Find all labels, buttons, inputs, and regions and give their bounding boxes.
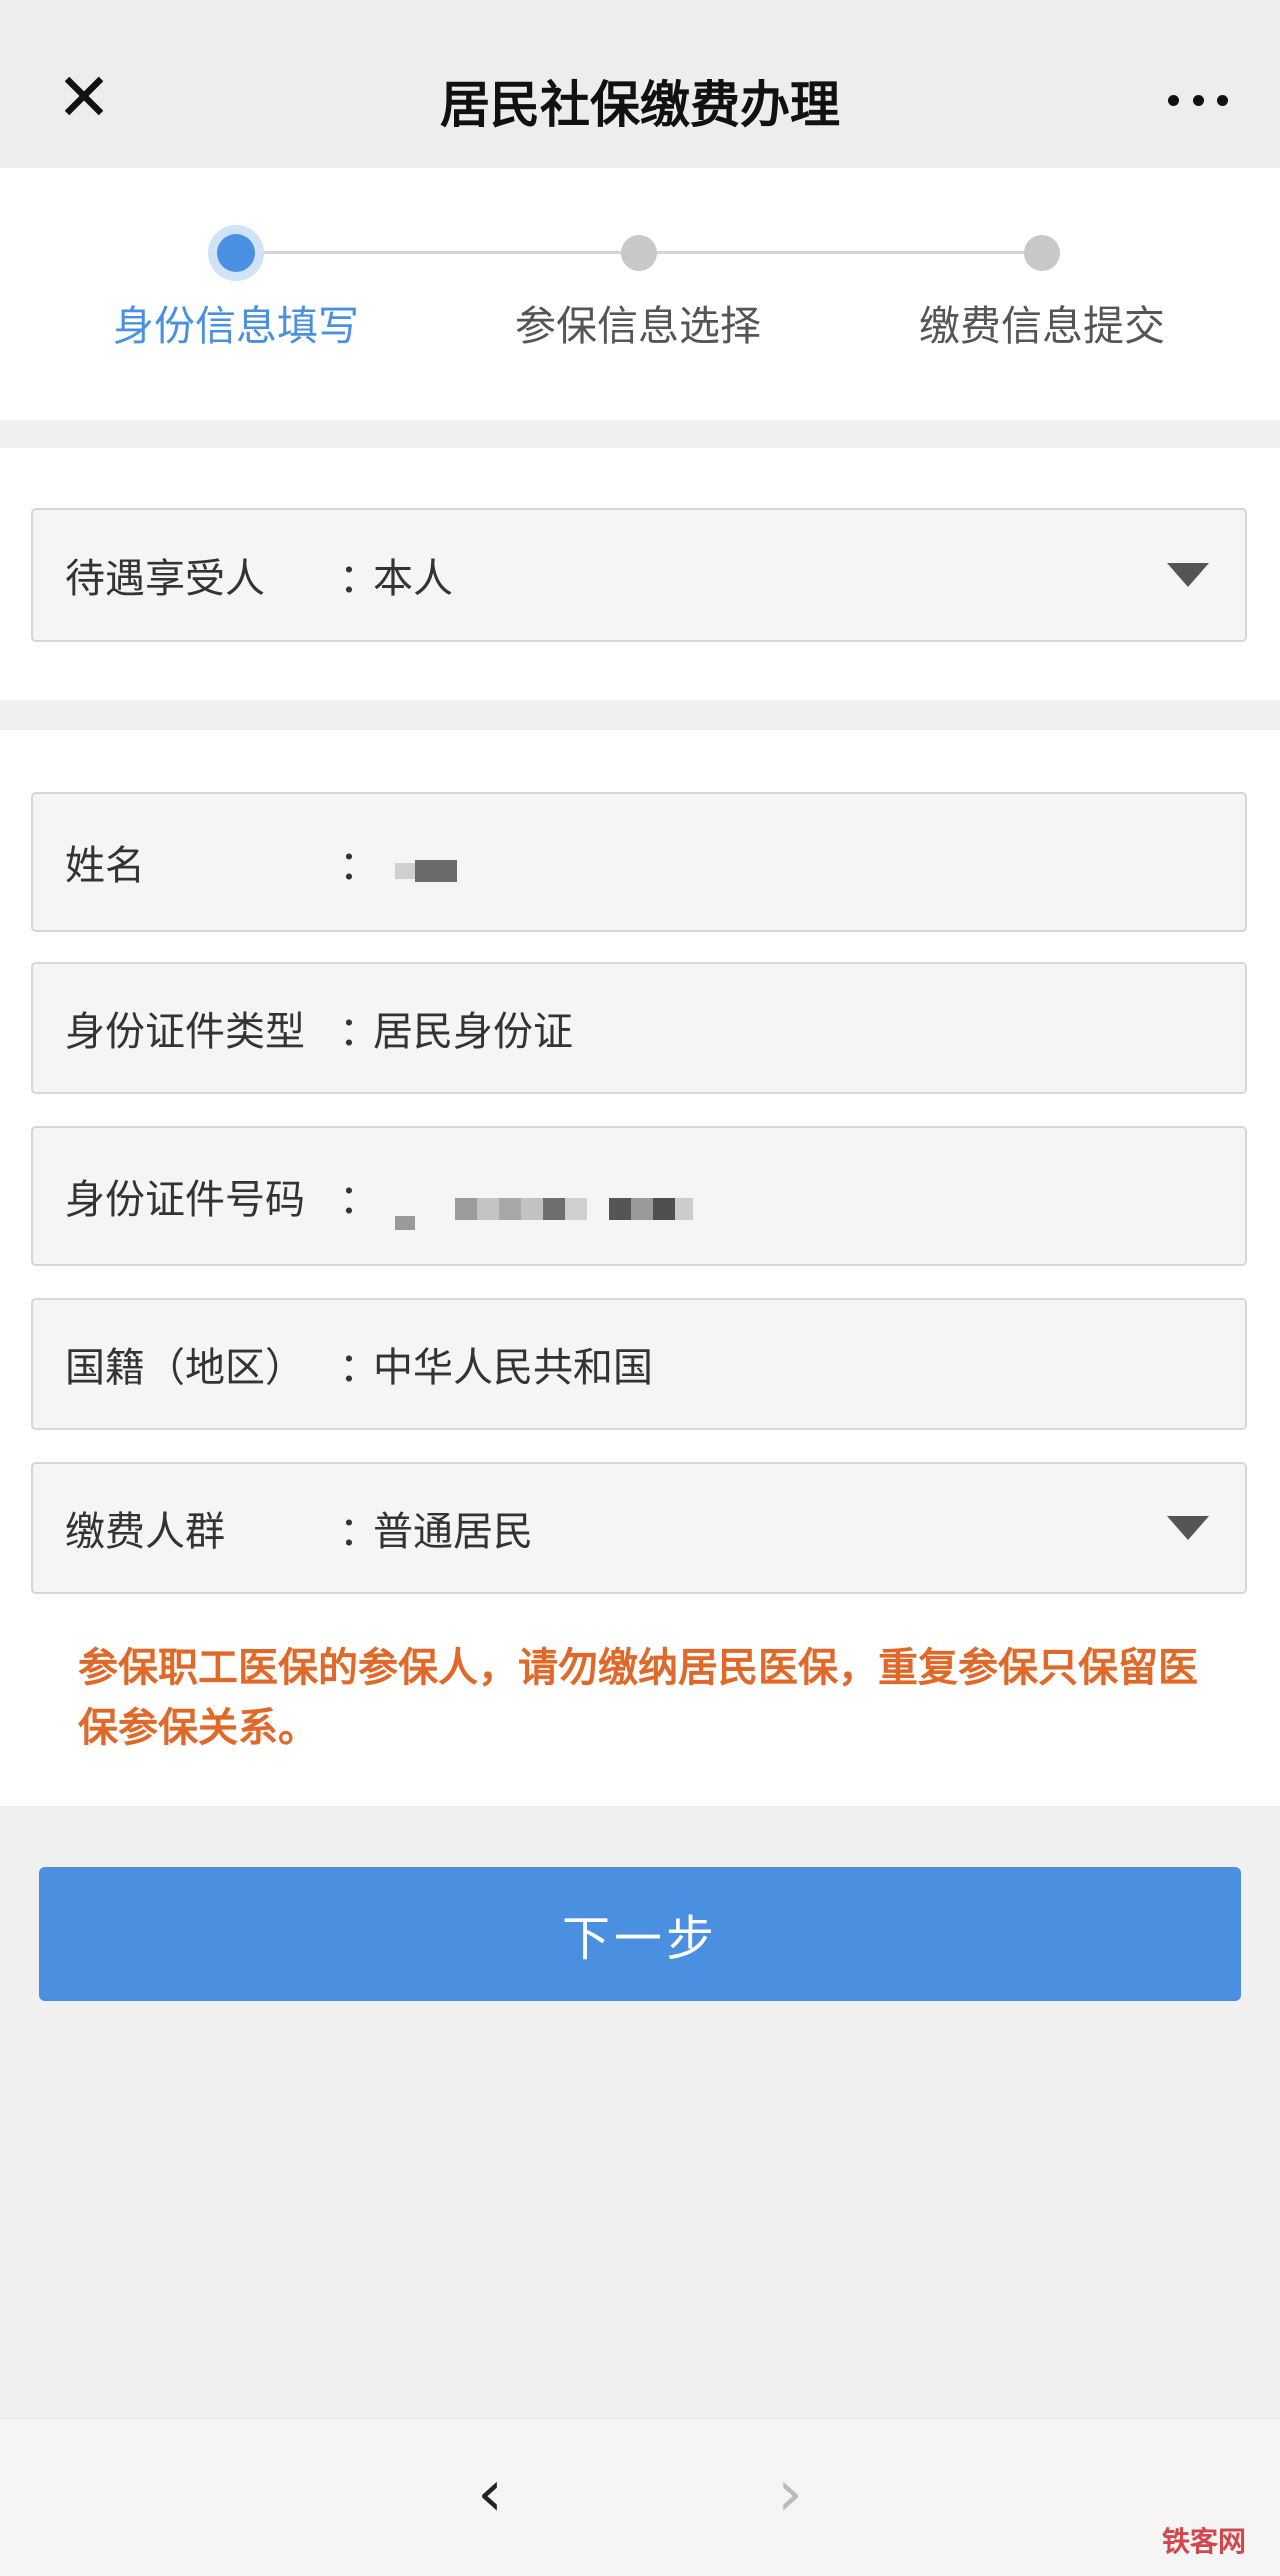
nav-bar: ✕ 居民社保缴费办理 xyxy=(0,0,1280,168)
next-step-button[interactable]: 下一步 xyxy=(39,1867,1241,2001)
watermark-logo: 铁客网 xyxy=(1161,2525,1246,2558)
nationality-field[interactable]: 国籍（地区） ： 中华人民共和国 xyxy=(31,1298,1247,1430)
beneficiary-section: 待遇享受人 ： 本人 xyxy=(0,448,1280,700)
beneficiary-value: 本人 xyxy=(373,556,453,602)
forward-arrow-icon[interactable]: › xyxy=(760,2459,820,2529)
payer-group-select[interactable]: 缴费人群 ： 普通居民 xyxy=(31,1462,1247,1594)
id-type-value: 居民身份证 xyxy=(373,1009,573,1055)
id-number-field[interactable]: 身份证件号码 ： xyxy=(31,1126,1247,1266)
dropdown-arrow-icon[interactable] xyxy=(1167,563,1209,587)
step-dot-1 xyxy=(217,234,255,272)
id-number-label: 身份证件号码 xyxy=(65,1177,305,1223)
bottom-nav-bar: ‹ › 铁客网 xyxy=(0,2418,1280,2576)
step-label-2: 参保信息选择 xyxy=(515,302,761,350)
more-dots-icon[interactable] xyxy=(1168,94,1228,106)
dropdown-arrow-icon[interactable] xyxy=(1167,1516,1209,1540)
step-dot-3 xyxy=(1024,235,1060,271)
notice-text: 参保职工医保的参保人，请勿缴纳居民医保，重复参保只保留医保参保关系。 xyxy=(78,1645,1198,1751)
name-colon: ： xyxy=(339,843,379,889)
page-title: 居民社保缴费办理 xyxy=(440,76,840,134)
name-masked-value xyxy=(395,860,457,882)
id-type-label: 身份证件类型 xyxy=(65,1009,305,1055)
id-number-colon: ： xyxy=(339,1177,379,1223)
id-number-masked-value xyxy=(395,1188,693,1230)
back-arrow-icon[interactable]: ‹ xyxy=(460,2459,520,2529)
id-type-field[interactable]: 身份证件类型 ： 居民身份证 xyxy=(31,962,1247,1094)
nationality-label: 国籍（地区） xyxy=(65,1345,305,1391)
beneficiary-label: 待遇享受人 xyxy=(65,556,265,602)
payer-group-value: 普通居民 xyxy=(373,1509,533,1555)
step-progress: 身份信息填写 参保信息选择 缴费信息提交 xyxy=(0,168,1280,420)
nationality-value: 中华人民共和国 xyxy=(373,1345,653,1391)
payer-group-label: 缴费人群 xyxy=(65,1509,225,1555)
step-dot-2 xyxy=(621,235,657,271)
step-label-3: 缴费信息提交 xyxy=(919,302,1165,350)
name-field[interactable]: 姓名 ： xyxy=(31,792,1247,932)
name-label: 姓名 xyxy=(65,843,145,889)
beneficiary-select[interactable]: 待遇享受人 ： 本人 xyxy=(31,508,1247,642)
step-label-1: 身份信息填写 xyxy=(113,302,359,350)
